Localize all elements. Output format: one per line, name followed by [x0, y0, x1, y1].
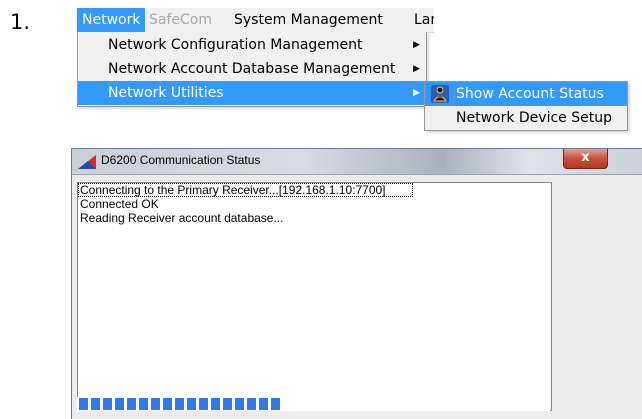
- progress-block: [235, 398, 244, 410]
- progress-bar: [77, 397, 550, 411]
- menu-system-management[interactable]: System Management: [229, 8, 388, 32]
- submenu-arrow-icon: ▶: [413, 40, 420, 50]
- progress-block: [247, 398, 256, 410]
- log-line: Reading Receiver account database...: [80, 211, 284, 225]
- progress-block: [91, 398, 100, 410]
- menu-item-network-utilities[interactable]: Network Utilities ▶: [78, 81, 426, 105]
- title-bar[interactable]: D6200 Communication Status x: [72, 149, 642, 175]
- menu-item-label: Show Account Status: [456, 86, 604, 102]
- menu-item-label: Network Utilities: [108, 85, 224, 101]
- log-line: Connecting to the Primary Receiver...[19…: [78, 183, 413, 197]
- progress-block: [79, 398, 88, 410]
- menu-network[interactable]: Network: [77, 8, 146, 32]
- progress-block: [163, 398, 172, 410]
- progress-fill: [79, 398, 290, 410]
- menu-language[interactable]: Lang: [409, 8, 434, 32]
- network-utilities-submenu: Show Account Status Network Device Setup: [424, 81, 628, 131]
- menu-safecom[interactable]: SafeCom: [144, 8, 217, 32]
- menu-item-show-account-status[interactable]: Show Account Status: [425, 82, 627, 106]
- progress-block: [151, 398, 160, 410]
- menu-item-network-account-database-management[interactable]: Network Account Database Management ▶: [78, 57, 426, 81]
- progress-block: [211, 398, 220, 410]
- status-log[interactable]: Connecting to the Primary Receiver...[19…: [77, 182, 552, 411]
- log-line: Connected OK: [80, 197, 159, 211]
- menu-item-label: Network Configuration Management: [108, 37, 363, 53]
- menu-item-label: Network Account Database Management: [108, 61, 396, 77]
- progress-block: [103, 398, 112, 410]
- menu-item-label: Network Device Setup: [456, 110, 612, 126]
- progress-block: [199, 398, 208, 410]
- progress-block: [259, 398, 268, 410]
- network-dropdown-menu: Network Configuration Management ▶ Netwo…: [77, 32, 427, 107]
- progress-block: [139, 398, 148, 410]
- window-title: D6200 Communication Status: [101, 153, 261, 167]
- close-button[interactable]: x: [563, 149, 608, 169]
- app-logo-icon: [78, 155, 96, 169]
- submenu-arrow-icon: ▶: [413, 88, 420, 98]
- submenu-arrow-icon: ▶: [413, 64, 420, 74]
- menu-item-network-device-setup[interactable]: Network Device Setup: [425, 106, 627, 130]
- progress-block: [127, 398, 136, 410]
- progress-block: [115, 398, 124, 410]
- menu-item-network-configuration-management[interactable]: Network Configuration Management ▶: [78, 33, 426, 57]
- menu-bar: Network SafeCom System Management Lang: [77, 8, 434, 33]
- progress-block: [187, 398, 196, 410]
- progress-block: [175, 398, 184, 410]
- progress-block: [223, 398, 232, 410]
- progress-block: [271, 398, 280, 410]
- communication-status-window: D6200 Communication Status x Connecting …: [71, 148, 642, 419]
- account-status-icon: [431, 85, 449, 103]
- step-number: 1.: [10, 10, 31, 34]
